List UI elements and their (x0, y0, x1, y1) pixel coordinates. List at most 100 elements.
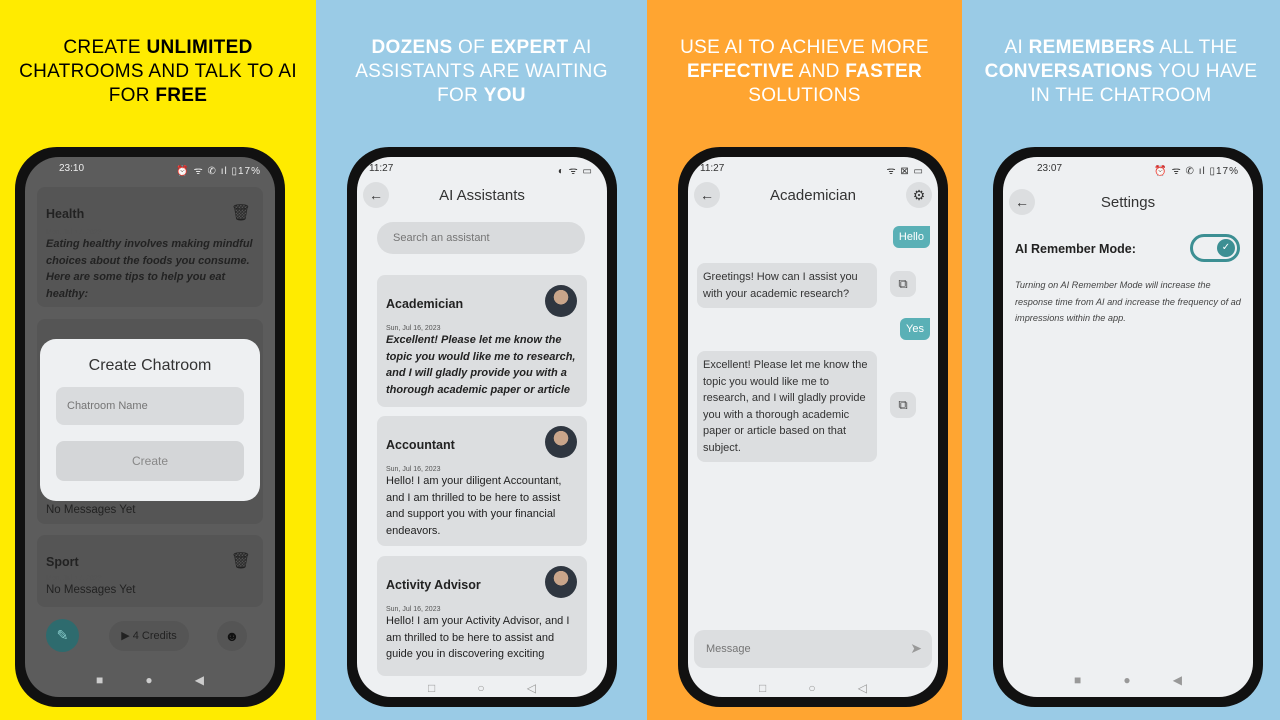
settings-button[interactable]: ⚙ (906, 182, 932, 208)
assistant-card-academician[interactable]: Academician Sun, Jul 16, 2023 Excellent!… (377, 275, 587, 407)
headline-text: DOZENS (371, 37, 453, 58)
play-icon: ▶ (121, 630, 133, 642)
chatroom-card-sport[interactable]: Sport 🗑 Mon, Jul 17, 2023 No Messages Ye… (37, 535, 263, 607)
headline-text: FOR (108, 85, 156, 106)
chatroom-last-message: No Messages Yet (46, 503, 136, 516)
headline-text: FASTER (845, 61, 923, 82)
assistant-card-activity-advisor[interactable]: Activity Advisor Sun, Jul 16, 2023 Hello… (377, 556, 587, 676)
assistant-card-accountant[interactable]: Accountant Sun, Jul 16, 2023 Hello! I am… (377, 416, 587, 546)
assistant-date: Sun, Jul 16, 2023 (386, 466, 441, 473)
back-nav-icon[interactable]: ◁ (527, 681, 536, 695)
phone: 23:10 ⏰ ᯤ ✆ ıl ▯17% Health 🗑 Mon, Jul 17,… (15, 147, 285, 707)
phone: 23:07 ⏰ ᯤ ✆ ıl ▯17% ← Settings AI Remembe… (993, 147, 1263, 707)
chatroom-date: Mon, Jul 17, 2023 (46, 575, 102, 582)
recents-icon[interactable]: ■ (96, 673, 103, 687)
dialog-title: Create Chatroom (88, 357, 212, 374)
copy-icon[interactable]: ⧉ (890, 392, 916, 418)
message-bar: ➤ (694, 630, 932, 668)
headline-text: REMEMBERS (1028, 37, 1155, 58)
message-input[interactable] (694, 630, 894, 668)
avatar (545, 426, 577, 458)
system-nav: ■ ● ◀ (1003, 673, 1253, 687)
headline-text: EFFECTIVE (686, 61, 795, 82)
headline-text: IN THE CHATROOM (1030, 85, 1212, 106)
credits-label: 4 Credits (132, 630, 177, 642)
headline-text: CREATE (63, 37, 147, 58)
user-message: Hello (892, 226, 930, 248)
assistants-screen: 11:27◐ ᯤ ▭ ← AI Assistants Academician S… (357, 157, 607, 697)
headline-text: AI (1004, 37, 1029, 58)
recents-icon[interactable]: □ (759, 681, 766, 695)
status-time: 11:27 (369, 163, 394, 174)
phone: 11:27◐ ᯤ ▭ ← AI Assistants Academician S… (347, 147, 617, 707)
user-message: Yes (900, 318, 930, 340)
chatroom-name-input[interactable] (56, 387, 244, 425)
recents-icon[interactable]: ■ (1074, 673, 1081, 687)
chatroom-card-health[interactable]: Health 🗑 Mon, Jul 17, 2023 Eating health… (37, 187, 263, 307)
create-button[interactable]: Create (56, 441, 244, 481)
status-time: 23:10 (59, 163, 85, 174)
new-chatroom-button[interactable]: ✎ (46, 619, 79, 652)
trash-icon[interactable]: 🗑 (231, 203, 251, 223)
headline-text: FOR (437, 85, 484, 106)
status-icons: ⏰ ᯤ ✆ ıl ▯17% (1154, 166, 1239, 177)
chatroom-date: Mon, Jul 17, 2023 (46, 229, 102, 236)
back-nav-icon[interactable]: ◀ (1173, 673, 1182, 687)
send-icon[interactable]: ➤ (910, 640, 922, 657)
copy-icon[interactable]: ⧉ (890, 271, 916, 297)
back-nav-icon[interactable]: ◁ (858, 681, 867, 695)
panel-assistants: DOZENS OF EXPERT AI ASSISTANTS ARE WAITIN… (316, 0, 647, 720)
home-icon[interactable]: ○ (477, 681, 484, 695)
assistant-message: Hello! I am your diligent Accountant, an… (386, 475, 562, 537)
headline-text: ALL THE (1154, 37, 1238, 58)
pencil-icon: ✎ (56, 627, 69, 643)
home-icon[interactable]: ○ (808, 681, 815, 695)
headline: AI REMEMBERS ALL THE CONVERSATIONS YOU HA… (962, 36, 1280, 108)
chatroom-name: Health (46, 207, 85, 221)
ai-remember-mode-toggle[interactable]: ✓ (1190, 234, 1240, 262)
assistant-date: Sun, Jul 16, 2023 (386, 325, 441, 332)
home-icon[interactable]: ● (1123, 673, 1130, 687)
headline-text: CONVERSATIONS (984, 61, 1153, 82)
headline-text: YOU (483, 85, 526, 106)
status-time: 23:07 (1037, 163, 1063, 174)
headline: DOZENS OF EXPERT AI ASSISTANTS ARE WAITIN… (316, 36, 647, 108)
chatroom-last-message: Eating healthy involves making mindful c… (46, 238, 253, 300)
chat-screen: 11:27 ᯤ ⊠ ▭ ← Academician ⚙ Hello Greetin… (688, 157, 938, 697)
assistant-message: Hello! I am your Activity Advisor, and I… (386, 615, 570, 660)
page-title: Settings (1100, 194, 1156, 211)
headline: USE AI TO ACHIEVE MORE EFFECTIVE AND FAST… (647, 36, 962, 108)
headline-text: AI (568, 37, 592, 58)
headline-text: OF (452, 37, 491, 58)
headline-text: CHATROOMS AND TALK TO AI (19, 61, 297, 82)
search-input[interactable] (377, 222, 585, 254)
back-nav-icon[interactable]: ◀ (195, 673, 204, 687)
home-icon[interactable]: ● (145, 673, 152, 687)
system-nav: ■ ● ◀ (25, 673, 275, 687)
page-title: AI Assistants (439, 187, 525, 204)
headline: CREATE UNLIMITED CHATROOMS AND TALK TO AI… (0, 36, 316, 108)
chatrooms-screen: 23:10 ⏰ ᯤ ✆ ıl ▯17% Health 🗑 Mon, Jul 17,… (25, 157, 275, 697)
system-nav: □ ○ ◁ (357, 681, 607, 695)
avatar (545, 285, 577, 317)
recents-icon[interactable]: □ (428, 681, 435, 695)
avatar (545, 566, 577, 598)
setting-description: Turning on AI Remember Mode will increas… (1015, 280, 1241, 323)
assistant-message: Excellent! Please let me know the topic … (386, 334, 576, 396)
ai-message: Excellent! Please let me know the topic … (697, 351, 877, 462)
system-nav: □ ○ ◁ (688, 681, 938, 695)
panel-create-chatroom: CREATE UNLIMITED CHATROOMS AND TALK TO AI… (0, 0, 316, 720)
phone: 11:27 ᯤ ⊠ ▭ ← Academician ⚙ Hello Greetin… (678, 147, 948, 707)
panel-chat: USE AI TO ACHIEVE MORE EFFECTIVE AND FAST… (647, 0, 962, 720)
chatroom-name: Sport (46, 555, 79, 569)
trash-icon[interactable]: 🗑 (231, 551, 251, 571)
headline-text: UNLIMITED (146, 37, 253, 58)
credits-button[interactable]: ▶ 4 Credits (109, 621, 189, 651)
headline-text: AND (794, 61, 846, 82)
assistant-date: Sun, Jul 16, 2023 (386, 606, 441, 613)
headline-text: ASSISTANTS ARE WAITING (355, 61, 608, 82)
headline-text: USE AI TO ACHIEVE MORE (680, 37, 929, 58)
robot-icon-button[interactable]: ☻ (217, 621, 247, 651)
ai-remember-mode-label: AI Remember Mode: (1015, 242, 1136, 256)
gear-icon: ⚙ (912, 187, 926, 203)
